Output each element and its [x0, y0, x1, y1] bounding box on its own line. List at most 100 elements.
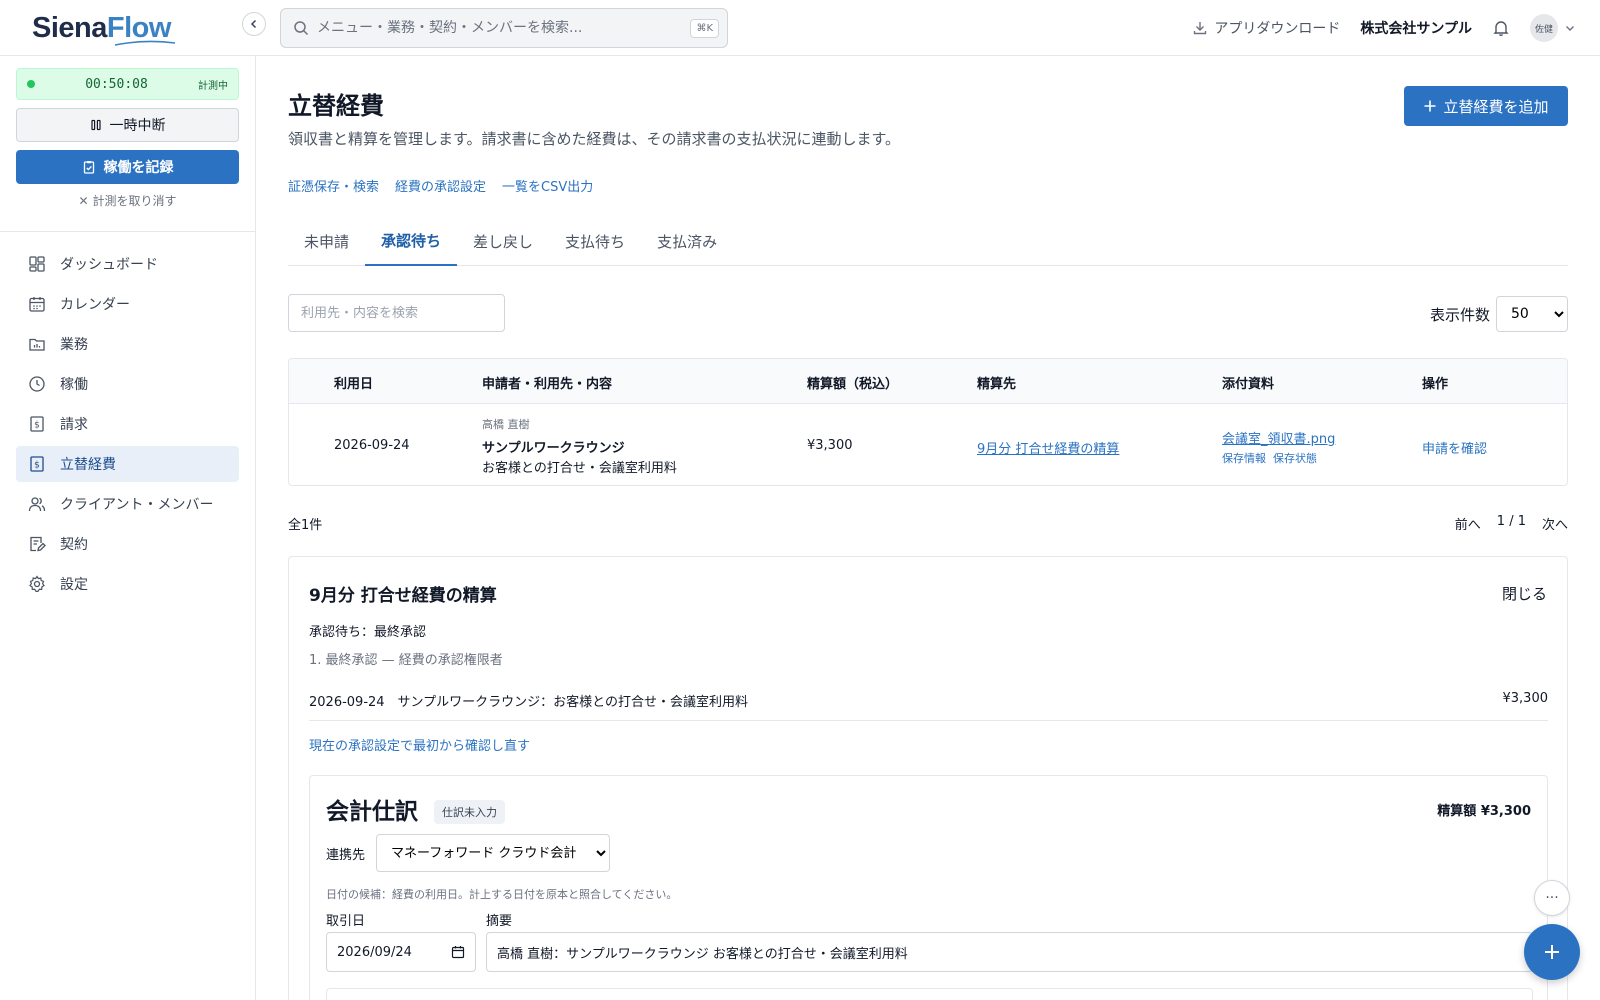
sidebar-item-time[interactable]: 稼働	[16, 366, 239, 402]
app-download-link[interactable]: アプリダウンロード	[1192, 18, 1340, 38]
tab-unsubmitted[interactable]: 未申請	[288, 216, 365, 266]
table-header: 利用日 申請者・利用先・内容 精算額（税込） 精算先 添付資料 操作	[289, 359, 1567, 404]
transaction-date-value: 2026/09/24	[337, 944, 412, 960]
tab-paid[interactable]: 支払済み	[641, 216, 733, 266]
settlement-amount: 精算額 ¥3,300	[1437, 804, 1531, 819]
row-settlement-link[interactable]: 9月分 打合せ経費の精算	[977, 438, 1119, 457]
sidebar-item-expenses[interactable]: $ 立替経費	[16, 446, 239, 482]
avatar: 佐健	[1530, 14, 1558, 42]
user-menu[interactable]: 佐健	[1530, 14, 1576, 42]
sidebar: 00:50:08 計測中 一時中断 稼働を記録 ✕ 計測を取り消す ダッシュボー…	[0, 56, 256, 1000]
col-amount: 精算額（税込）	[807, 377, 899, 392]
chevron-down-icon	[1566, 26, 1574, 31]
users-icon	[28, 497, 46, 512]
sidebar-item-dashboard[interactable]: ダッシュボード	[16, 246, 239, 282]
row-amount: ¥3,300	[807, 438, 853, 453]
tab-awaiting-payment[interactable]: 支払待ち	[549, 216, 641, 266]
col-settlement: 精算先	[977, 377, 1017, 392]
invoice-icon: $	[30, 416, 44, 432]
top-bar: SienaFlow ⌘K アプリダウンロード 株式会社サンプル 佐健	[0, 0, 1600, 56]
more-actions-button[interactable]: ···	[1534, 880, 1570, 916]
transaction-date-label: 取引日	[326, 914, 366, 929]
summary-input[interactable]	[486, 932, 1533, 972]
line-amount: ¥3,300	[1502, 691, 1549, 706]
sidebar-item-clients-members[interactable]: クライアント・メンバー	[16, 486, 239, 522]
recheck-approval-link[interactable]: 現在の承認設定で最初から確認し直す	[309, 735, 530, 754]
calendar-icon	[29, 297, 45, 312]
close-detail-button[interactable]: 閉じる	[1502, 583, 1547, 604]
sidebar-nav: ダッシュボード カレンダー 業務 稼働 $ 請求 $ 立替経費 クライアント・メ…	[16, 246, 239, 606]
row-vendor: サンプルワークラウンジ	[482, 441, 625, 456]
partner-label: 連携先	[326, 848, 366, 863]
settlement-detail-panel: 9月分 打合せ経費の精算 閉じる 承認待ち：最終承認 1. 最終承認 — 経費の…	[288, 556, 1568, 1000]
chevron-left-icon	[250, 19, 257, 29]
page-size-label: 表示件数	[1429, 305, 1490, 324]
evidence-search-link[interactable]: 証憑保存・検索	[288, 176, 379, 195]
page-title: 立替経費	[288, 92, 384, 120]
sidebar-item-settings[interactable]: 設定	[16, 566, 239, 602]
total-count: 全1件	[288, 518, 323, 533]
sidebar-item-invoice[interactable]: $ 請求	[16, 406, 239, 442]
gear-icon	[29, 575, 45, 592]
prev-page-button[interactable]: 前へ	[1455, 514, 1481, 533]
next-entry-row	[326, 988, 1533, 1000]
calendar-picker-icon[interactable]	[451, 945, 465, 959]
col-action: 操作	[1422, 377, 1449, 392]
tab-pending-approval[interactable]: 承認待ち	[365, 216, 458, 266]
global-search[interactable]: ⌘K	[280, 8, 728, 48]
timer-status: 計測中	[198, 80, 228, 92]
dashboard-icon	[29, 256, 45, 272]
next-page-button[interactable]: 次へ	[1542, 514, 1568, 533]
transaction-date-input[interactable]: 2026/09/24	[326, 932, 476, 972]
plus-icon	[1545, 945, 1559, 959]
attachment-status-link[interactable]: 保存状態	[1273, 450, 1317, 466]
sidebar-item-calendar[interactable]: カレンダー	[16, 286, 239, 322]
search-input[interactable]	[317, 20, 691, 36]
page-size-control: 表示件数 50	[1430, 296, 1568, 332]
col-attachment: 添付資料	[1222, 377, 1275, 392]
contract-icon	[30, 536, 46, 552]
sidebar-divider	[0, 231, 255, 232]
bell-icon[interactable]	[1492, 19, 1510, 37]
logo-swoosh-icon	[114, 40, 176, 46]
approval-step: 1. 最終承認 — 経費の承認権限者	[309, 653, 503, 668]
timer-time: 00:50:08	[85, 76, 148, 92]
page-subtitle: 領収書と精算を管理します。請求書に含めた経費は、その請求書の支払状況に連動します…	[288, 130, 901, 148]
attachment-info-link[interactable]: 保存情報	[1222, 450, 1266, 466]
page-size-select[interactable]: 50	[1496, 296, 1568, 332]
date-hint: 日付の候補：経費の利用日。計上する日付を原本と照合してください。	[326, 888, 678, 901]
company-name[interactable]: 株式会社サンプル	[1360, 18, 1472, 38]
tab-returned[interactable]: 差し戻し	[457, 216, 549, 266]
expense-table: 利用日 申請者・利用先・内容 精算額（税込） 精算先 添付資料 操作 2026-…	[288, 358, 1568, 486]
accounting-entry-section: 会計仕訳 仕訳未入力 精算額 ¥3,300 連携先 マネーフォワード クラウド会…	[309, 775, 1548, 1000]
floating-add-button[interactable]	[1524, 924, 1580, 980]
csv-export-link[interactable]: 一覧をCSV出力	[502, 176, 593, 195]
sidebar-item-contracts[interactable]: 契約	[16, 526, 239, 562]
record-work-button[interactable]: 稼働を記録	[16, 150, 239, 184]
line-description: 2026-09-24 サンプルワークラウンジ：お客様との打合せ・会議室利用料	[309, 695, 749, 710]
download-icon	[1194, 22, 1207, 35]
summary-label: 摘要	[486, 914, 513, 929]
pause-button[interactable]: 一時中断	[16, 108, 239, 142]
add-expense-button[interactable]: 立替経費を追加	[1404, 86, 1568, 126]
expense-filter-input[interactable]	[288, 294, 505, 332]
status-badge: 仕訳未入力	[434, 800, 505, 824]
approval-status: 承認待ち：最終承認	[309, 625, 427, 640]
approval-settings-link[interactable]: 経費の承認設定	[395, 176, 486, 195]
page-links: 証憑保存・検索 経費の承認設定 一覧をCSV出力	[288, 176, 593, 195]
review-request-link[interactable]: 申請を確認	[1422, 438, 1487, 457]
status-tabs: 未申請 承認待ち 差し戻し 支払待ち 支払済み	[288, 216, 1568, 266]
cancel-timer-link[interactable]: ✕ 計測を取り消す	[16, 192, 239, 209]
partner-select[interactable]: マネーフォワード クラウド会計	[376, 834, 610, 872]
sidebar-item-work[interactable]: 業務	[16, 326, 239, 362]
detail-title: 9月分 打合せ経費の精算	[309, 586, 497, 606]
plus-icon	[1424, 100, 1436, 112]
timer-display: 00:50:08 計測中	[16, 68, 239, 100]
table-row: 2026-09-24 高橋 直樹 サンプルワークラウンジ お客様との打合せ・会議…	[289, 404, 1567, 485]
col-applicant: 申請者・利用先・内容	[482, 377, 613, 392]
row-attachment-link[interactable]: 会議室_領収書.png	[1222, 428, 1335, 447]
page-indicator: 1 / 1	[1496, 514, 1526, 529]
pause-icon	[90, 119, 101, 131]
svg-text:$: $	[34, 461, 40, 471]
sidebar-collapse-button[interactable]	[242, 12, 266, 36]
